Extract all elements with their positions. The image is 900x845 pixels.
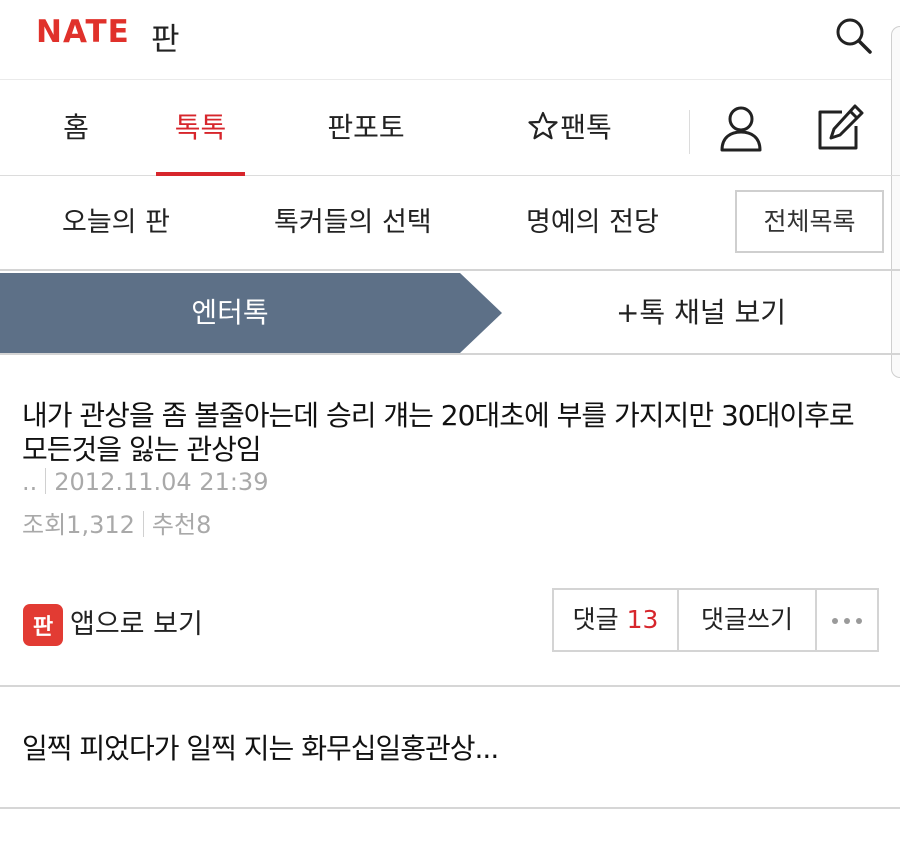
comments-label: 댓글: [572, 605, 619, 634]
pann-app-icon: 판: [23, 604, 63, 646]
post-stats: 조회1,312 추천8: [22, 505, 211, 540]
views-label: 조회: [22, 511, 67, 539]
post-meta: .. 2012.11.04 21:39: [22, 468, 268, 496]
comments-button[interactable]: 댓글 13: [554, 590, 677, 650]
user-icon[interactable]: [715, 102, 767, 154]
pann-logo-text[interactable]: 판: [151, 14, 180, 59]
subnav-talkers-choice[interactable]: 톡커들의 선택: [274, 176, 432, 269]
next-post-item[interactable]: 일찍 피었다가 일찍 지는 화무십일홍관상...: [0, 687, 900, 809]
main-nav: 홈 톡톡 판포토 팬톡: [0, 80, 900, 176]
app-header: NATE 판: [0, 0, 900, 80]
channel-name[interactable]: 엔터톡: [0, 273, 460, 353]
post-detail: 내가 관상을 좀 볼줄아는데 승리 걔는 20대초에 부를 가지지만 30대이후…: [0, 355, 900, 687]
views-count: 1,312: [66, 511, 135, 539]
post-title: 내가 관상을 좀 볼줄아는데 승리 걔는 20대초에 부를 가지지만 30대이후…: [22, 399, 855, 466]
channel-bar: 엔터톡 +톡 채널 보기: [0, 273, 900, 355]
tab-fantalk[interactable]: 팬톡: [522, 80, 618, 176]
meta-divider: [45, 468, 47, 494]
star-icon: [528, 84, 558, 180]
nav-divider: [689, 110, 690, 154]
comment-actions: 댓글 13 댓글쓰기: [552, 588, 879, 652]
meta-divider: [142, 511, 144, 537]
post-date: 2012.11.04 21:39: [54, 468, 269, 496]
post-author: ..: [22, 468, 38, 496]
tab-toktok[interactable]: 톡톡: [156, 80, 245, 176]
write-comment-button[interactable]: 댓글쓰기: [679, 590, 815, 650]
search-icon[interactable]: [832, 14, 876, 58]
subnav-today-pann[interactable]: 오늘의 판: [62, 176, 170, 269]
next-post-title[interactable]: 일찍 피었다가 일찍 지는 화무십일홍관상...: [22, 731, 499, 767]
more-dots-icon[interactable]: [817, 590, 877, 650]
recommend-count: 8: [196, 511, 212, 539]
view-channels-button[interactable]: +톡 채널 보기: [502, 273, 900, 353]
tab-home[interactable]: 홈: [50, 80, 102, 176]
svg-text:판: 판: [33, 615, 53, 640]
sub-nav: 오늘의 판 톡커들의 선택 명예의 전당 전체목록: [0, 176, 900, 271]
tab-pann-photo[interactable]: 판포토: [318, 80, 414, 176]
write-icon[interactable]: [814, 102, 866, 154]
all-list-button[interactable]: 전체목록: [735, 190, 884, 253]
comments-count: 13: [626, 605, 659, 634]
subnav-hall-of-fame[interactable]: 명예의 전당: [526, 176, 659, 269]
tab-fantalk-label: 팬톡: [560, 111, 612, 144]
nate-logo[interactable]: NATE: [36, 14, 130, 50]
open-in-app-label: 앱으로 보기: [70, 609, 203, 640]
recommend-label: 추천: [151, 511, 197, 539]
